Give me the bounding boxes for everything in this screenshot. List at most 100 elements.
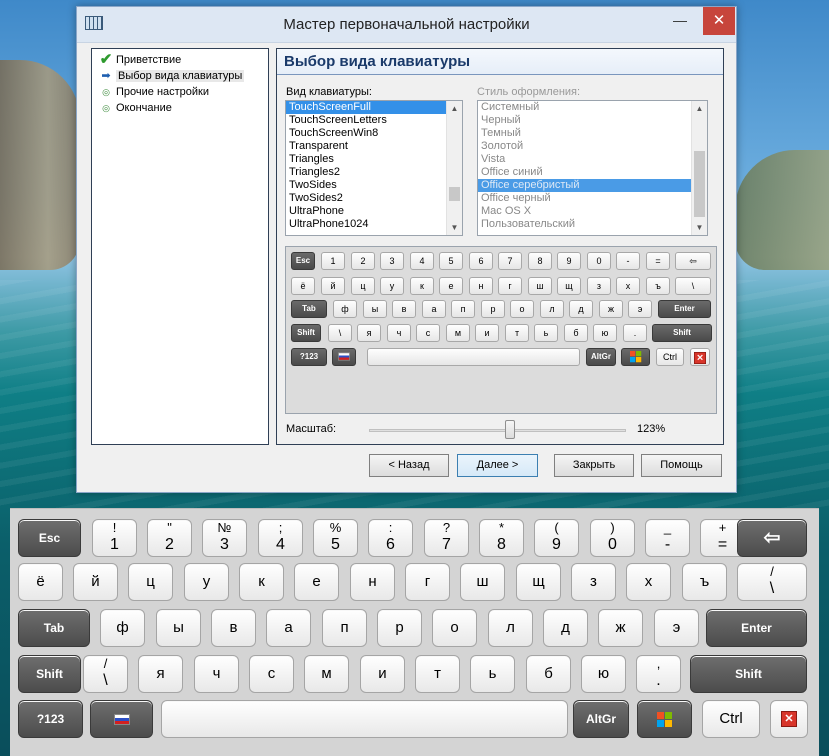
key[interactable]: г — [405, 563, 450, 601]
close-window-button[interactable]: ✕ — [703, 7, 735, 35]
key[interactable]: и — [360, 655, 405, 693]
space-key[interactable] — [161, 700, 568, 738]
list-item[interactable]: TwoSides — [286, 179, 446, 192]
scale-slider-thumb[interactable] — [505, 420, 515, 439]
list-item[interactable]: Mac OS X — [478, 205, 691, 218]
scale-slider-track[interactable] — [369, 429, 626, 432]
key[interactable]: т — [415, 655, 460, 693]
list-item[interactable]: Темный — [478, 127, 691, 140]
key[interactable]: / \ — [83, 655, 128, 693]
list-item[interactable]: Office синий — [478, 166, 691, 179]
scroll-up-icon[interactable]: ▲ — [447, 101, 462, 116]
list-item[interactable]: UltraPhone — [286, 205, 446, 218]
key[interactable]: ; 4 — [258, 519, 303, 557]
style-list[interactable]: Системный Черный Темный Золотой Vista Office … — [477, 100, 708, 236]
key[interactable]: щ — [516, 563, 561, 601]
keyboard-type-list[interactable]: TouchScreenFull TouchScreenLetters TouchSc… — [285, 100, 463, 236]
key[interactable]: у — [184, 563, 229, 601]
scroll-down-icon[interactable]: ▼ — [447, 220, 462, 235]
key[interactable]: а — [266, 609, 311, 647]
key[interactable]: * 8 — [479, 519, 524, 557]
key[interactable]: Shift — [690, 655, 807, 693]
minimize-button[interactable]: — — [665, 9, 695, 31]
key[interactable]: ? 7 — [424, 519, 469, 557]
key[interactable]: AltGr — [573, 700, 629, 738]
key[interactable]: Esc — [18, 519, 81, 557]
list-item[interactable]: UltraPhone1024 — [286, 218, 446, 231]
key[interactable]: х — [626, 563, 671, 601]
style-scrollbar[interactable]: ▲ ▼ — [691, 101, 707, 235]
key[interactable] — [637, 700, 692, 738]
list-item[interactable]: Transparent — [286, 140, 446, 153]
key[interactable]: ё — [18, 563, 63, 601]
key[interactable]: " 2 — [147, 519, 192, 557]
key[interactable]: Ctrl — [702, 700, 760, 738]
key[interactable]: р — [377, 609, 422, 647]
list-item[interactable]: Пользовательский — [478, 218, 691, 231]
key[interactable]: _ - — [645, 519, 690, 557]
key[interactable]: з — [571, 563, 616, 601]
key[interactable]: ь — [470, 655, 515, 693]
key[interactable]: в — [211, 609, 256, 647]
key[interactable]: ъ — [682, 563, 727, 601]
key[interactable]: Enter — [706, 609, 807, 647]
scroll-thumb[interactable] — [694, 151, 705, 217]
key[interactable]: % 5 — [313, 519, 358, 557]
list-item[interactable]: Office черный — [478, 192, 691, 205]
key[interactable]: ж — [598, 609, 643, 647]
key[interactable]: :6 — [368, 519, 413, 557]
key[interactable]: ч — [194, 655, 239, 693]
help-button[interactable]: Помощь — [641, 454, 722, 477]
key[interactable]: (9 — [534, 519, 579, 557]
key[interactable]: ц — [128, 563, 173, 601]
list-item[interactable]: TouchScreenLetters — [286, 114, 446, 127]
list-item[interactable]: Системный — [478, 101, 691, 114]
next-button[interactable]: Далее > — [457, 454, 538, 477]
scroll-thumb[interactable] — [449, 187, 460, 201]
close-button[interactable]: Закрыть — [554, 454, 634, 477]
key[interactable]: п — [322, 609, 367, 647]
scroll-up-icon[interactable]: ▲ — [692, 101, 707, 116]
key[interactable]: н — [350, 563, 395, 601]
keyboard-type-scrollbar[interactable]: ▲ ▼ — [446, 101, 462, 235]
key[interactable]: б — [526, 655, 571, 693]
key[interactable]: е — [294, 563, 339, 601]
key[interactable]: Tab — [18, 609, 90, 647]
key[interactable]: ) 0 — [590, 519, 635, 557]
key[interactable]: л — [488, 609, 533, 647]
key[interactable]: ! 1 — [92, 519, 137, 557]
key[interactable]: я — [138, 655, 183, 693]
key[interactable]: ш — [460, 563, 505, 601]
scroll-down-icon[interactable]: ▼ — [692, 220, 707, 235]
back-button[interactable]: < Назад — [369, 454, 449, 477]
backspace-key[interactable]: ⇦ — [737, 519, 807, 557]
key[interactable]: Shift — [18, 655, 81, 693]
close-keyboard-key[interactable]: ✕ — [770, 700, 808, 738]
list-item[interactable]: Triangles2 — [286, 166, 446, 179]
key[interactable]: ,. — [636, 655, 681, 693]
list-item[interactable]: Золотой — [478, 140, 691, 153]
key[interactable]: о — [432, 609, 477, 647]
key[interactable]: й — [73, 563, 118, 601]
key[interactable]: м — [304, 655, 349, 693]
list-item[interactable]: Черный — [478, 114, 691, 127]
key[interactable]: ю — [581, 655, 626, 693]
list-item[interactable]: TouchScreenFull — [286, 101, 446, 114]
key[interactable]: № 3 — [202, 519, 247, 557]
key[interactable]: / \ — [737, 563, 807, 601]
key[interactable]: с — [249, 655, 294, 693]
key[interactable]: ?123 — [18, 700, 83, 738]
key[interactable] — [90, 700, 153, 738]
list-item[interactable]: TwoSides2 — [286, 192, 446, 205]
list-item[interactable]: Triangles — [286, 153, 446, 166]
key[interactable]: д — [543, 609, 588, 647]
key[interactable]: ф — [100, 609, 145, 647]
key[interactable]: ы — [156, 609, 201, 647]
title-bar[interactable]: Мастер первоначальной настройки — ✕ — [77, 7, 736, 43]
list-item[interactable]: TouchScreenWin8 — [286, 127, 446, 140]
preview-key: Ctrl — [656, 348, 684, 366]
list-item[interactable]: Vista — [478, 153, 691, 166]
key[interactable]: к — [239, 563, 284, 601]
key[interactable]: э — [654, 609, 699, 647]
list-item[interactable]: Office серебристый — [478, 179, 691, 192]
